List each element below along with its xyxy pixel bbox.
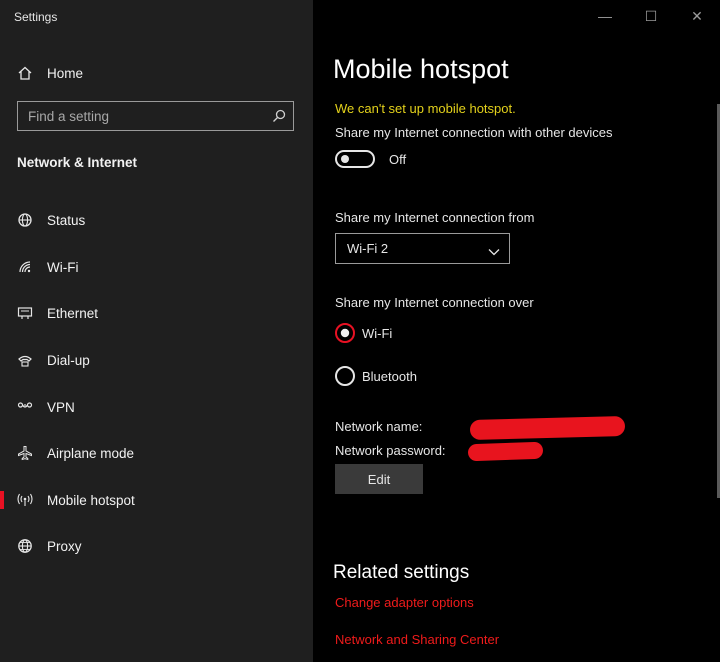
redaction-mark [467,441,544,462]
sidebar-item-label: Mobile hotspot [47,492,135,508]
minimize-button[interactable]: — [582,0,628,32]
active-indicator [0,491,4,509]
radio-unselected-icon [335,366,355,386]
sidebar-item-label: Ethernet [47,305,99,321]
toggle-state-label: Off [389,152,407,167]
network-password-label: Network password: [335,443,446,458]
main-content: Mobile hotspot We can't set up mobile ho… [313,0,720,662]
sidebar-item-airplane-mode[interactable]: Airplane mode [0,436,313,470]
sidebar-item-label: Airplane mode [47,445,135,461]
share-connection-label: Share my Internet connection with other … [335,125,613,140]
globe-icon [16,537,34,555]
dropdown-value: Wi-Fi 2 [347,241,389,256]
change-adapter-options-link[interactable]: Change adapter options [335,595,474,610]
sidebar-item-home[interactable]: Home [0,56,313,90]
sidebar-item-label: Home [47,65,84,81]
search-input[interactable] [26,102,265,131]
hotspot-toggle[interactable] [335,150,375,168]
search-icon[interactable] [271,108,287,124]
radio-selected-icon [335,323,355,343]
network-sharing-center-link[interactable]: Network and Sharing Center [335,632,499,647]
warning-message: We can't set up mobile hotspot. [335,101,516,116]
share-over-label: Share my Internet connection over [335,295,534,310]
sidebar-item-label: Wi-Fi [47,259,79,275]
title-bar-controls: — ☐ ✕ [582,0,720,32]
sidebar-item-mobile-hotspot[interactable]: Mobile hotspot [0,483,313,517]
sidebar-item-ethernet[interactable]: Ethernet [0,296,313,330]
airplane-icon [16,444,34,462]
related-settings-heading: Related settings [333,562,470,583]
app-title: Settings [14,10,58,24]
sidebar: Settings Home Network & Internet Status [0,0,313,662]
share-from-dropdown[interactable]: Wi-Fi 2 [335,233,510,264]
globe-status-icon [16,211,34,229]
page-title: Mobile hotspot [333,54,509,84]
sidebar-item-status[interactable]: Status [0,203,313,237]
sidebar-item-proxy[interactable]: Proxy [0,529,313,563]
ethernet-icon [16,304,34,322]
toggle-knob [341,155,349,163]
wifi-icon [16,258,34,276]
section-heading: Network & Internet [17,155,138,170]
share-from-label: Share my Internet connection from [335,210,535,225]
radio-label: Wi-Fi [362,326,393,341]
sidebar-item-label: Proxy [47,538,82,554]
radio-label: Bluetooth [362,369,417,384]
maximize-button[interactable]: ☐ [628,0,674,32]
settings-window: Settings Home Network & Internet Status [0,0,720,662]
sidebar-item-label: Dial-up [47,352,90,368]
network-name-label: Network name: [335,419,423,434]
home-icon [16,64,34,82]
sidebar-item-dial-up[interactable]: Dial-up [0,343,313,377]
close-button[interactable]: ✕ [674,0,720,32]
sidebar-item-wifi[interactable]: Wi-Fi [0,250,313,284]
sidebar-item-label: Status [47,212,86,228]
search-box[interactable] [17,101,294,131]
edit-button[interactable]: Edit [335,464,423,494]
sidebar-item-vpn[interactable]: VPN [0,390,313,424]
chevron-down-icon [488,243,500,261]
hotspot-icon [16,491,34,509]
phone-icon [16,351,34,369]
redaction-mark [469,415,626,441]
sidebar-item-label: VPN [47,399,75,415]
vpn-icon [16,398,34,416]
